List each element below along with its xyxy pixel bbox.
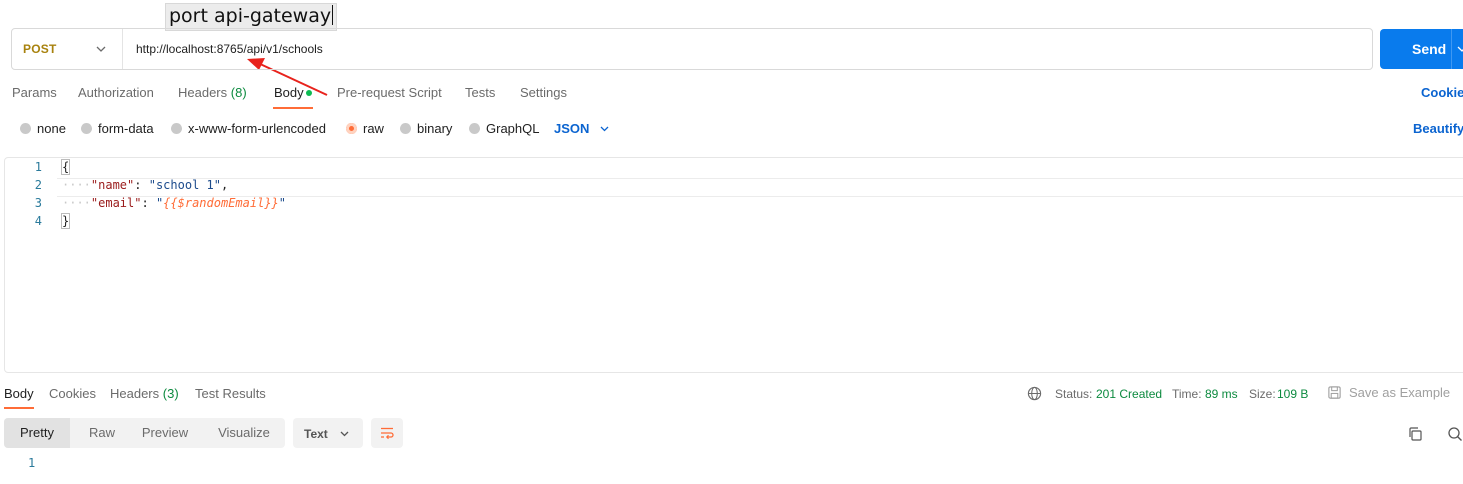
line-number: 4 xyxy=(34,214,42,228)
variable-token: {{$randomEmail}} xyxy=(163,196,279,210)
active-line-highlight xyxy=(57,178,1463,197)
chevron-down-icon xyxy=(340,431,349,437)
radio-graphql-label[interactable]: GraphQL xyxy=(486,121,539,136)
status-label: Status: xyxy=(1055,387,1093,401)
radio-form-data-label[interactable]: form-data xyxy=(98,121,154,136)
tab-headers-count: (8) xyxy=(230,85,247,100)
tab-authorization[interactable]: Authorization xyxy=(78,85,154,100)
code-line: } xyxy=(60,213,71,229)
view-visualize[interactable]: Visualize xyxy=(204,418,284,448)
chevron-down-icon[interactable] xyxy=(1456,43,1463,55)
view-pretty[interactable]: Pretty xyxy=(4,418,70,448)
response-view-switcher: Pretty Raw Preview Visualize xyxy=(4,418,285,448)
response-tab-body[interactable]: Body xyxy=(4,386,34,401)
radio-binary[interactable] xyxy=(400,123,411,134)
response-tab-test-results[interactable]: Test Results xyxy=(195,386,266,401)
tab-tests[interactable]: Tests xyxy=(465,85,495,100)
radio-urlencoded[interactable] xyxy=(171,123,182,134)
send-button[interactable]: Send xyxy=(1380,29,1463,69)
url-bar: POST http://localhost:8765/api/v1/school… xyxy=(11,28,1373,70)
response-format-select[interactable]: Text xyxy=(293,418,363,448)
line-number: 3 xyxy=(34,196,42,210)
send-label: Send xyxy=(1412,41,1447,57)
size-value[interactable]: 109 B xyxy=(1277,387,1308,401)
time-value[interactable]: 89 ms xyxy=(1205,387,1238,401)
send-divider xyxy=(1451,29,1452,69)
active-tab-underline xyxy=(273,107,313,109)
size-label: Size: xyxy=(1249,387,1276,401)
radio-graphql[interactable] xyxy=(469,123,480,134)
save-icon xyxy=(1328,386,1341,399)
view-preview[interactable]: Preview xyxy=(134,418,196,448)
url-input[interactable]: http://localhost:8765/api/v1/schools xyxy=(136,42,323,56)
response-headers-count: (3) xyxy=(162,386,179,401)
response-tab-cookies[interactable]: Cookies xyxy=(49,386,96,401)
radio-none[interactable] xyxy=(20,123,31,134)
cookies-link[interactable]: Cookies xyxy=(1421,85,1463,100)
code-line: ····"name": "school 1", xyxy=(62,178,229,192)
tab-headers-label: Headers xyxy=(178,85,228,100)
search-icon[interactable] xyxy=(1447,426,1463,442)
line-number: 2 xyxy=(34,178,42,192)
tab-pre-request-script[interactable]: Pre-request Script xyxy=(337,85,442,100)
tab-settings[interactable]: Settings xyxy=(520,85,567,100)
code-line: { xyxy=(60,159,71,175)
radio-raw[interactable] xyxy=(346,123,357,134)
radio-binary-label[interactable]: binary xyxy=(417,121,452,136)
save-as-example-button[interactable]: Save as Example xyxy=(1349,385,1450,400)
globe-icon[interactable] xyxy=(1027,386,1042,401)
wrap-lines-button[interactable] xyxy=(371,418,403,448)
radio-urlencoded-label[interactable]: x-www-form-urlencoded xyxy=(188,121,326,136)
radio-raw-label[interactable]: raw xyxy=(363,121,384,136)
beautify-button[interactable]: Beautify xyxy=(1413,121,1463,136)
copy-icon[interactable] xyxy=(1407,426,1423,442)
body-editor[interactable]: 1 2 3 4 { ····"name": "school 1", ····"e… xyxy=(4,157,1463,373)
status-value[interactable]: 201 Created xyxy=(1096,387,1162,401)
radio-none-label[interactable]: none xyxy=(37,121,66,136)
response-tab-underline xyxy=(4,407,34,409)
code-line: ····"email": "{{$randomEmail}}" xyxy=(62,196,286,210)
tab-body[interactable]: Body xyxy=(274,85,304,100)
response-headers-label: Headers xyxy=(110,386,160,401)
method-label: POST xyxy=(23,42,57,56)
view-raw[interactable]: Raw xyxy=(70,418,134,448)
tab-params[interactable]: Params xyxy=(12,85,57,100)
language-select[interactable]: JSON xyxy=(554,121,589,136)
chevron-down-icon[interactable] xyxy=(599,123,610,134)
tab-headers[interactable]: Headers (8) xyxy=(178,85,247,100)
response-tab-headers[interactable]: Headers (3) xyxy=(110,386,179,401)
body-indicator-dot xyxy=(306,90,312,96)
time-label: Time: xyxy=(1172,387,1202,401)
wrap-lines-icon xyxy=(381,427,394,440)
line-number: 1 xyxy=(34,160,42,174)
chevron-down-icon xyxy=(96,46,106,52)
format-label: Text xyxy=(304,427,328,441)
radio-form-data[interactable] xyxy=(81,123,92,134)
annotation-label: port api-gateway xyxy=(165,3,338,31)
response-line-number: 1 xyxy=(28,456,36,470)
method-select[interactable]: POST xyxy=(12,29,123,69)
